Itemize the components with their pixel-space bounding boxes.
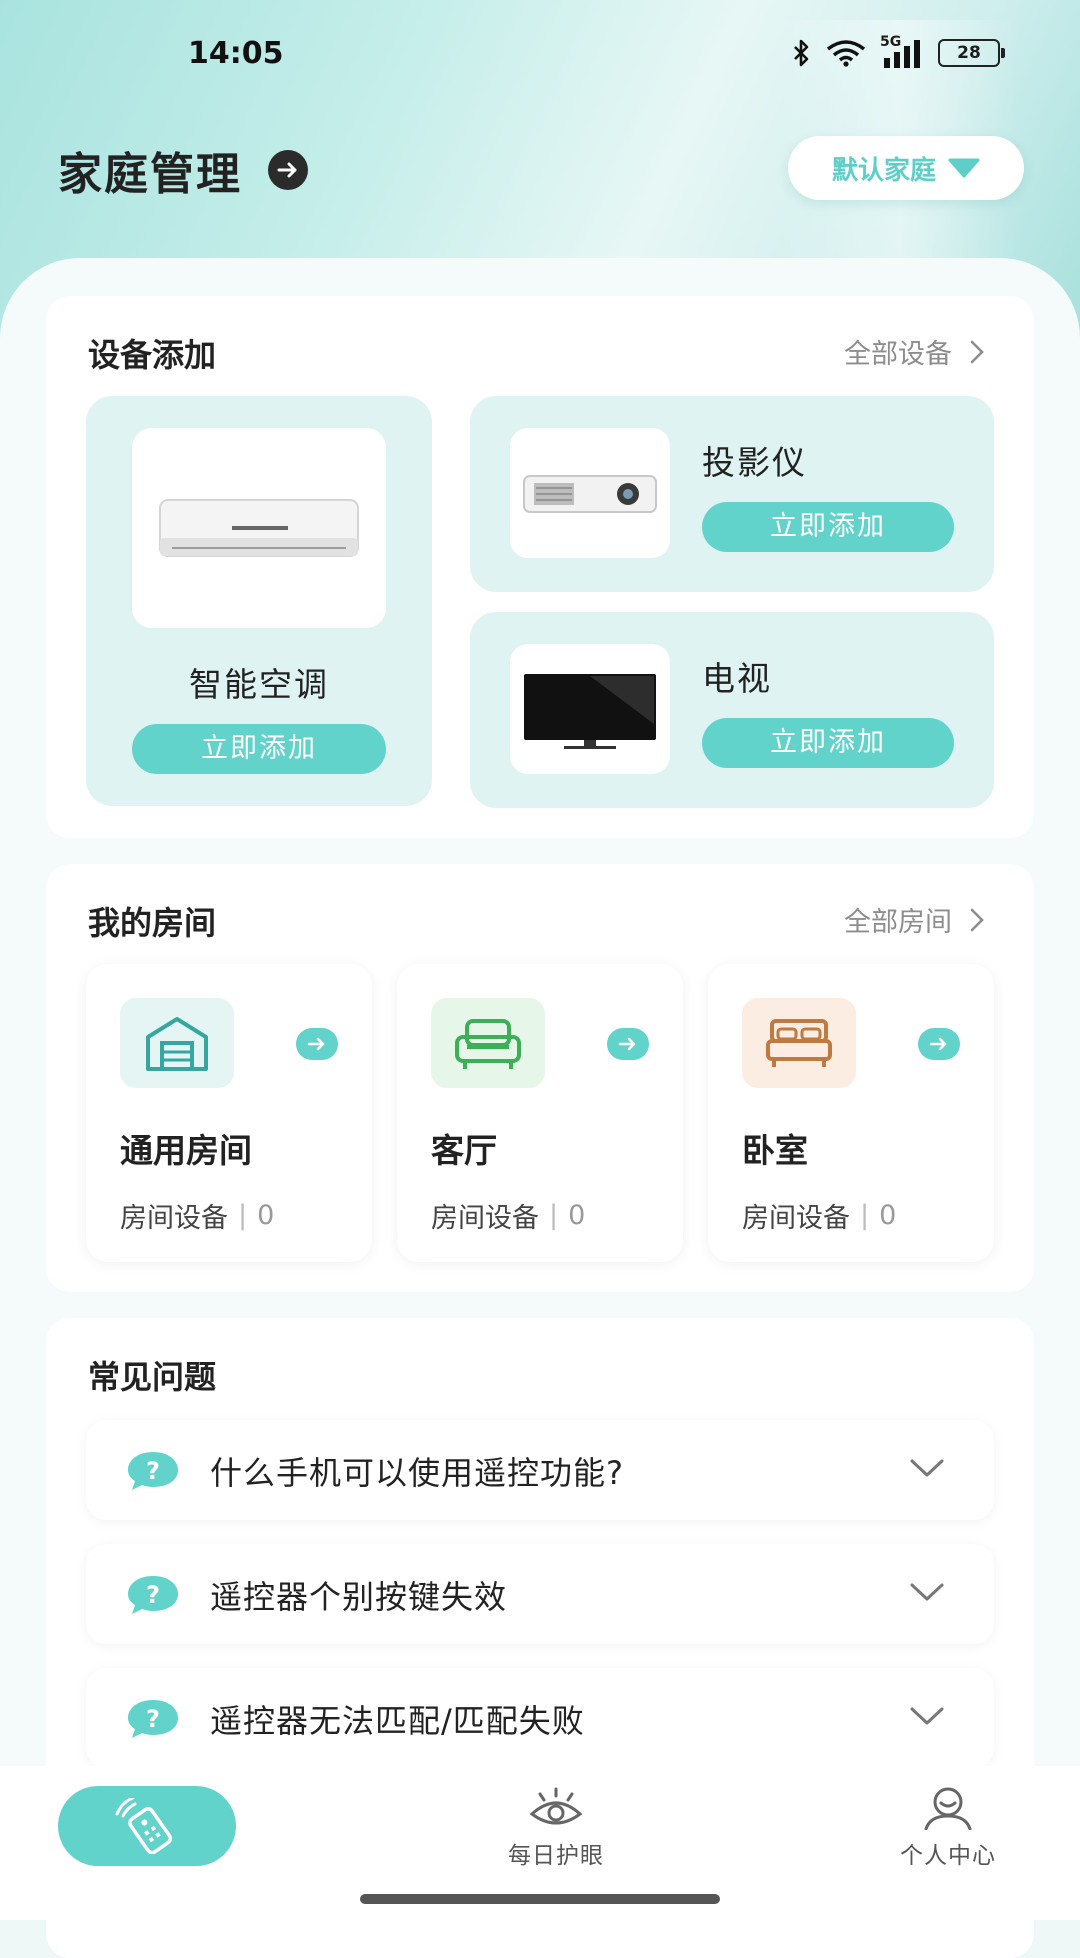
cellular-signal-icon: 5G xyxy=(880,34,924,68)
faq-question: 遥控器无法匹配/匹配失败 xyxy=(210,1702,585,1740)
remote-control-icon xyxy=(115,1798,173,1854)
content-sheet: 设备添加 全部设备 智能空调 立即添加 投影仪 立即添加 电视 立即添加 我的房… xyxy=(0,258,1080,1958)
separator: | xyxy=(549,1200,559,1231)
arrow-right-icon[interactable] xyxy=(268,150,308,190)
battery-indicator: 28 xyxy=(938,39,1005,67)
room-name: 客厅 xyxy=(431,1131,497,1170)
room-device-count: 房间设备 | 0 xyxy=(431,1196,585,1235)
page-header: 家庭管理 xyxy=(58,138,308,202)
device-name: 电视 xyxy=(702,659,772,698)
eye-icon xyxy=(529,1787,583,1825)
tab-label: 每日护眼 xyxy=(508,1843,604,1869)
device-card-tv[interactable]: 电视 立即添加 xyxy=(470,612,994,808)
arrow-right-icon[interactable] xyxy=(607,1028,649,1060)
faq-item[interactable]: ? 什么手机可以使用遥控功能? xyxy=(86,1420,994,1520)
arrow-right-icon[interactable] xyxy=(296,1028,338,1060)
room-card-bedroom[interactable]: 卧室 房间设备 | 0 xyxy=(708,964,994,1262)
status-time: 14:05 xyxy=(188,36,284,71)
projector-image xyxy=(510,428,670,558)
bottom-tab-bar: 每日护眼 个人中心 xyxy=(0,1766,1080,1920)
family-selector-label: 默认家庭 xyxy=(831,155,936,186)
device-card-air-conditioner[interactable]: 智能空调 立即添加 xyxy=(86,396,432,806)
device-name: 智能空调 xyxy=(189,665,329,704)
svg-text:?: ? xyxy=(146,1705,160,1733)
chevron-down-icon[interactable] xyxy=(910,1458,944,1478)
my-rooms-card: 我的房间 全部房间 通用房间 房间设备 | 0 客厅 房间设备 | 0 卧室 房… xyxy=(46,864,1034,1292)
room-devices-label: 房间设备 xyxy=(120,1203,228,1234)
room-name: 卧室 xyxy=(742,1131,808,1170)
faq-item[interactable]: ? 遥控器个别按键失效 xyxy=(86,1544,994,1644)
my-rooms-title: 我的房间 xyxy=(88,904,217,942)
triangle-down-icon xyxy=(948,158,980,178)
device-name: 投影仪 xyxy=(702,443,807,482)
svg-text:?: ? xyxy=(146,1581,160,1609)
faq-item[interactable]: ? 遥控器无法匹配/匹配失败 xyxy=(86,1668,994,1768)
home-indicator xyxy=(360,1894,720,1904)
status-icons: 5G 28 xyxy=(792,34,1005,68)
tab-personal-center[interactable]: 个人中心 xyxy=(900,1786,996,1870)
room-card-general[interactable]: 通用房间 房间设备 | 0 xyxy=(86,964,372,1262)
chevron-right-icon xyxy=(970,908,984,931)
wifi-icon xyxy=(826,40,866,67)
family-selector-button[interactable]: 默认家庭 xyxy=(788,136,1024,200)
all-rooms-link[interactable]: 全部房间 xyxy=(844,900,984,939)
all-devices-label: 全部设备 xyxy=(844,339,952,370)
faq-question: 遥控器个别按键失效 xyxy=(210,1578,508,1616)
chevron-down-icon[interactable] xyxy=(910,1582,944,1602)
page-title: 家庭管理 xyxy=(58,149,242,200)
separator: | xyxy=(860,1200,870,1231)
tv-image xyxy=(510,644,670,774)
room-devices-label: 房间设备 xyxy=(742,1203,850,1234)
question-bubble-icon: ? xyxy=(128,1576,178,1614)
add-now-button[interactable]: 立即添加 xyxy=(132,724,386,774)
room-card-living-room[interactable]: 客厅 房间设备 | 0 xyxy=(397,964,683,1262)
device-add-card: 设备添加 全部设备 智能空调 立即添加 投影仪 立即添加 电视 立即添加 xyxy=(46,296,1034,838)
device-card-projector[interactable]: 投影仪 立即添加 xyxy=(470,396,994,592)
room-device-count: 房间设备 | 0 xyxy=(120,1196,274,1235)
all-devices-link[interactable]: 全部设备 xyxy=(844,332,984,371)
tab-daily-eye-care[interactable]: 每日护眼 xyxy=(508,1786,604,1870)
chevron-down-icon[interactable] xyxy=(910,1706,944,1726)
tab-label: 个人中心 xyxy=(900,1843,996,1869)
faq-title: 常见问题 xyxy=(88,1358,217,1396)
add-now-button[interactable]: 立即添加 xyxy=(702,502,954,552)
bed-icon xyxy=(742,998,856,1088)
separator: | xyxy=(238,1200,248,1231)
question-bubble-icon: ? xyxy=(128,1700,178,1738)
all-rooms-label: 全部房间 xyxy=(844,907,952,938)
room-devices-count: 0 xyxy=(568,1200,586,1231)
tab-remote-control[interactable] xyxy=(58,1786,236,1866)
faq-question: 什么手机可以使用遥控功能? xyxy=(210,1454,624,1492)
status-bar: 14:05 5G 28 xyxy=(0,34,1080,76)
air-conditioner-image xyxy=(132,428,386,628)
question-bubble-icon: ? xyxy=(128,1452,178,1490)
device-add-title: 设备添加 xyxy=(88,336,217,374)
room-devices-label: 房间设备 xyxy=(431,1203,539,1234)
svg-text:?: ? xyxy=(146,1457,160,1485)
room-devices-count: 0 xyxy=(879,1200,897,1231)
sofa-icon xyxy=(431,998,545,1088)
chevron-right-icon xyxy=(970,340,984,363)
user-icon xyxy=(924,1787,972,1830)
house-icon xyxy=(120,998,234,1088)
arrow-right-icon[interactable] xyxy=(918,1028,960,1060)
room-name: 通用房间 xyxy=(120,1131,252,1170)
room-device-count: 房间设备 | 0 xyxy=(742,1196,896,1235)
bluetooth-icon xyxy=(794,39,809,67)
room-devices-count: 0 xyxy=(257,1200,275,1231)
add-now-button[interactable]: 立即添加 xyxy=(702,718,954,768)
